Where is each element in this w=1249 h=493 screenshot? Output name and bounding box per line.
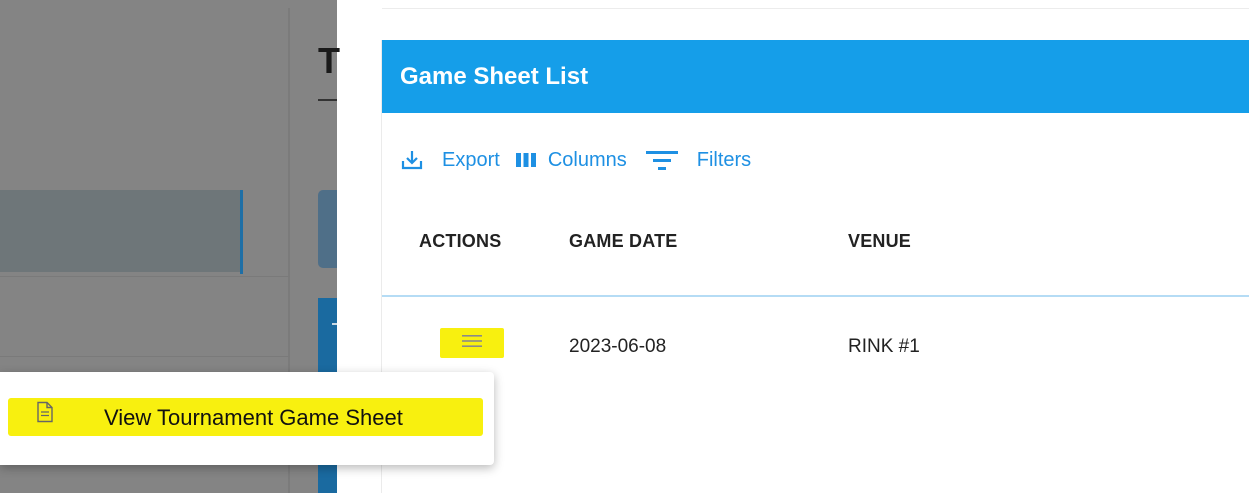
column-header-actions[interactable]: ACTIONS [419, 231, 501, 252]
card-title: Game Sheet List [400, 62, 589, 90]
top-divider [382, 8, 1249, 9]
table-toolbar: Export Columns Filters [400, 144, 751, 176]
background-blue-mark [332, 323, 337, 325]
background-divider [0, 276, 290, 277]
column-header-game-date[interactable]: GAME DATE [569, 231, 677, 252]
download-icon [400, 148, 424, 172]
background-heading: T [318, 40, 340, 81]
background-chip [318, 190, 337, 268]
background-heading-underline [318, 99, 337, 101]
filters-button[interactable]: Filters [645, 147, 751, 173]
columns-button[interactable]: Columns [514, 148, 627, 172]
export-label: Export [442, 148, 500, 171]
background-selected-row [0, 190, 242, 272]
filters-label: Filters [696, 148, 752, 171]
export-button[interactable]: Export [400, 148, 500, 172]
menu-icon [461, 333, 483, 354]
venue-cell: RINK #1 [848, 336, 920, 357]
row-actions-button[interactable] [440, 328, 504, 358]
background-divider [0, 356, 290, 357]
row-actions-menu: View Tournament Game Sheet [0, 372, 494, 465]
document-icon [36, 401, 54, 428]
game-date-cell: 2023-06-08 [569, 336, 667, 357]
game-sheet-list-card: Game Sheet List Export Columns Filters A… [381, 40, 1249, 493]
card-header: Game Sheet List [382, 40, 1249, 113]
view-tournament-game-sheet-item[interactable]: View Tournament Game Sheet [0, 396, 494, 440]
background-row-edge [240, 190, 243, 274]
menu-item-label: View Tournament Game Sheet [104, 405, 403, 430]
header-divider [382, 295, 1249, 297]
view-column-icon [514, 148, 538, 172]
filter-list-icon [645, 147, 679, 173]
columns-label: Columns [547, 148, 627, 171]
column-header-venue[interactable]: VENUE [848, 231, 911, 252]
